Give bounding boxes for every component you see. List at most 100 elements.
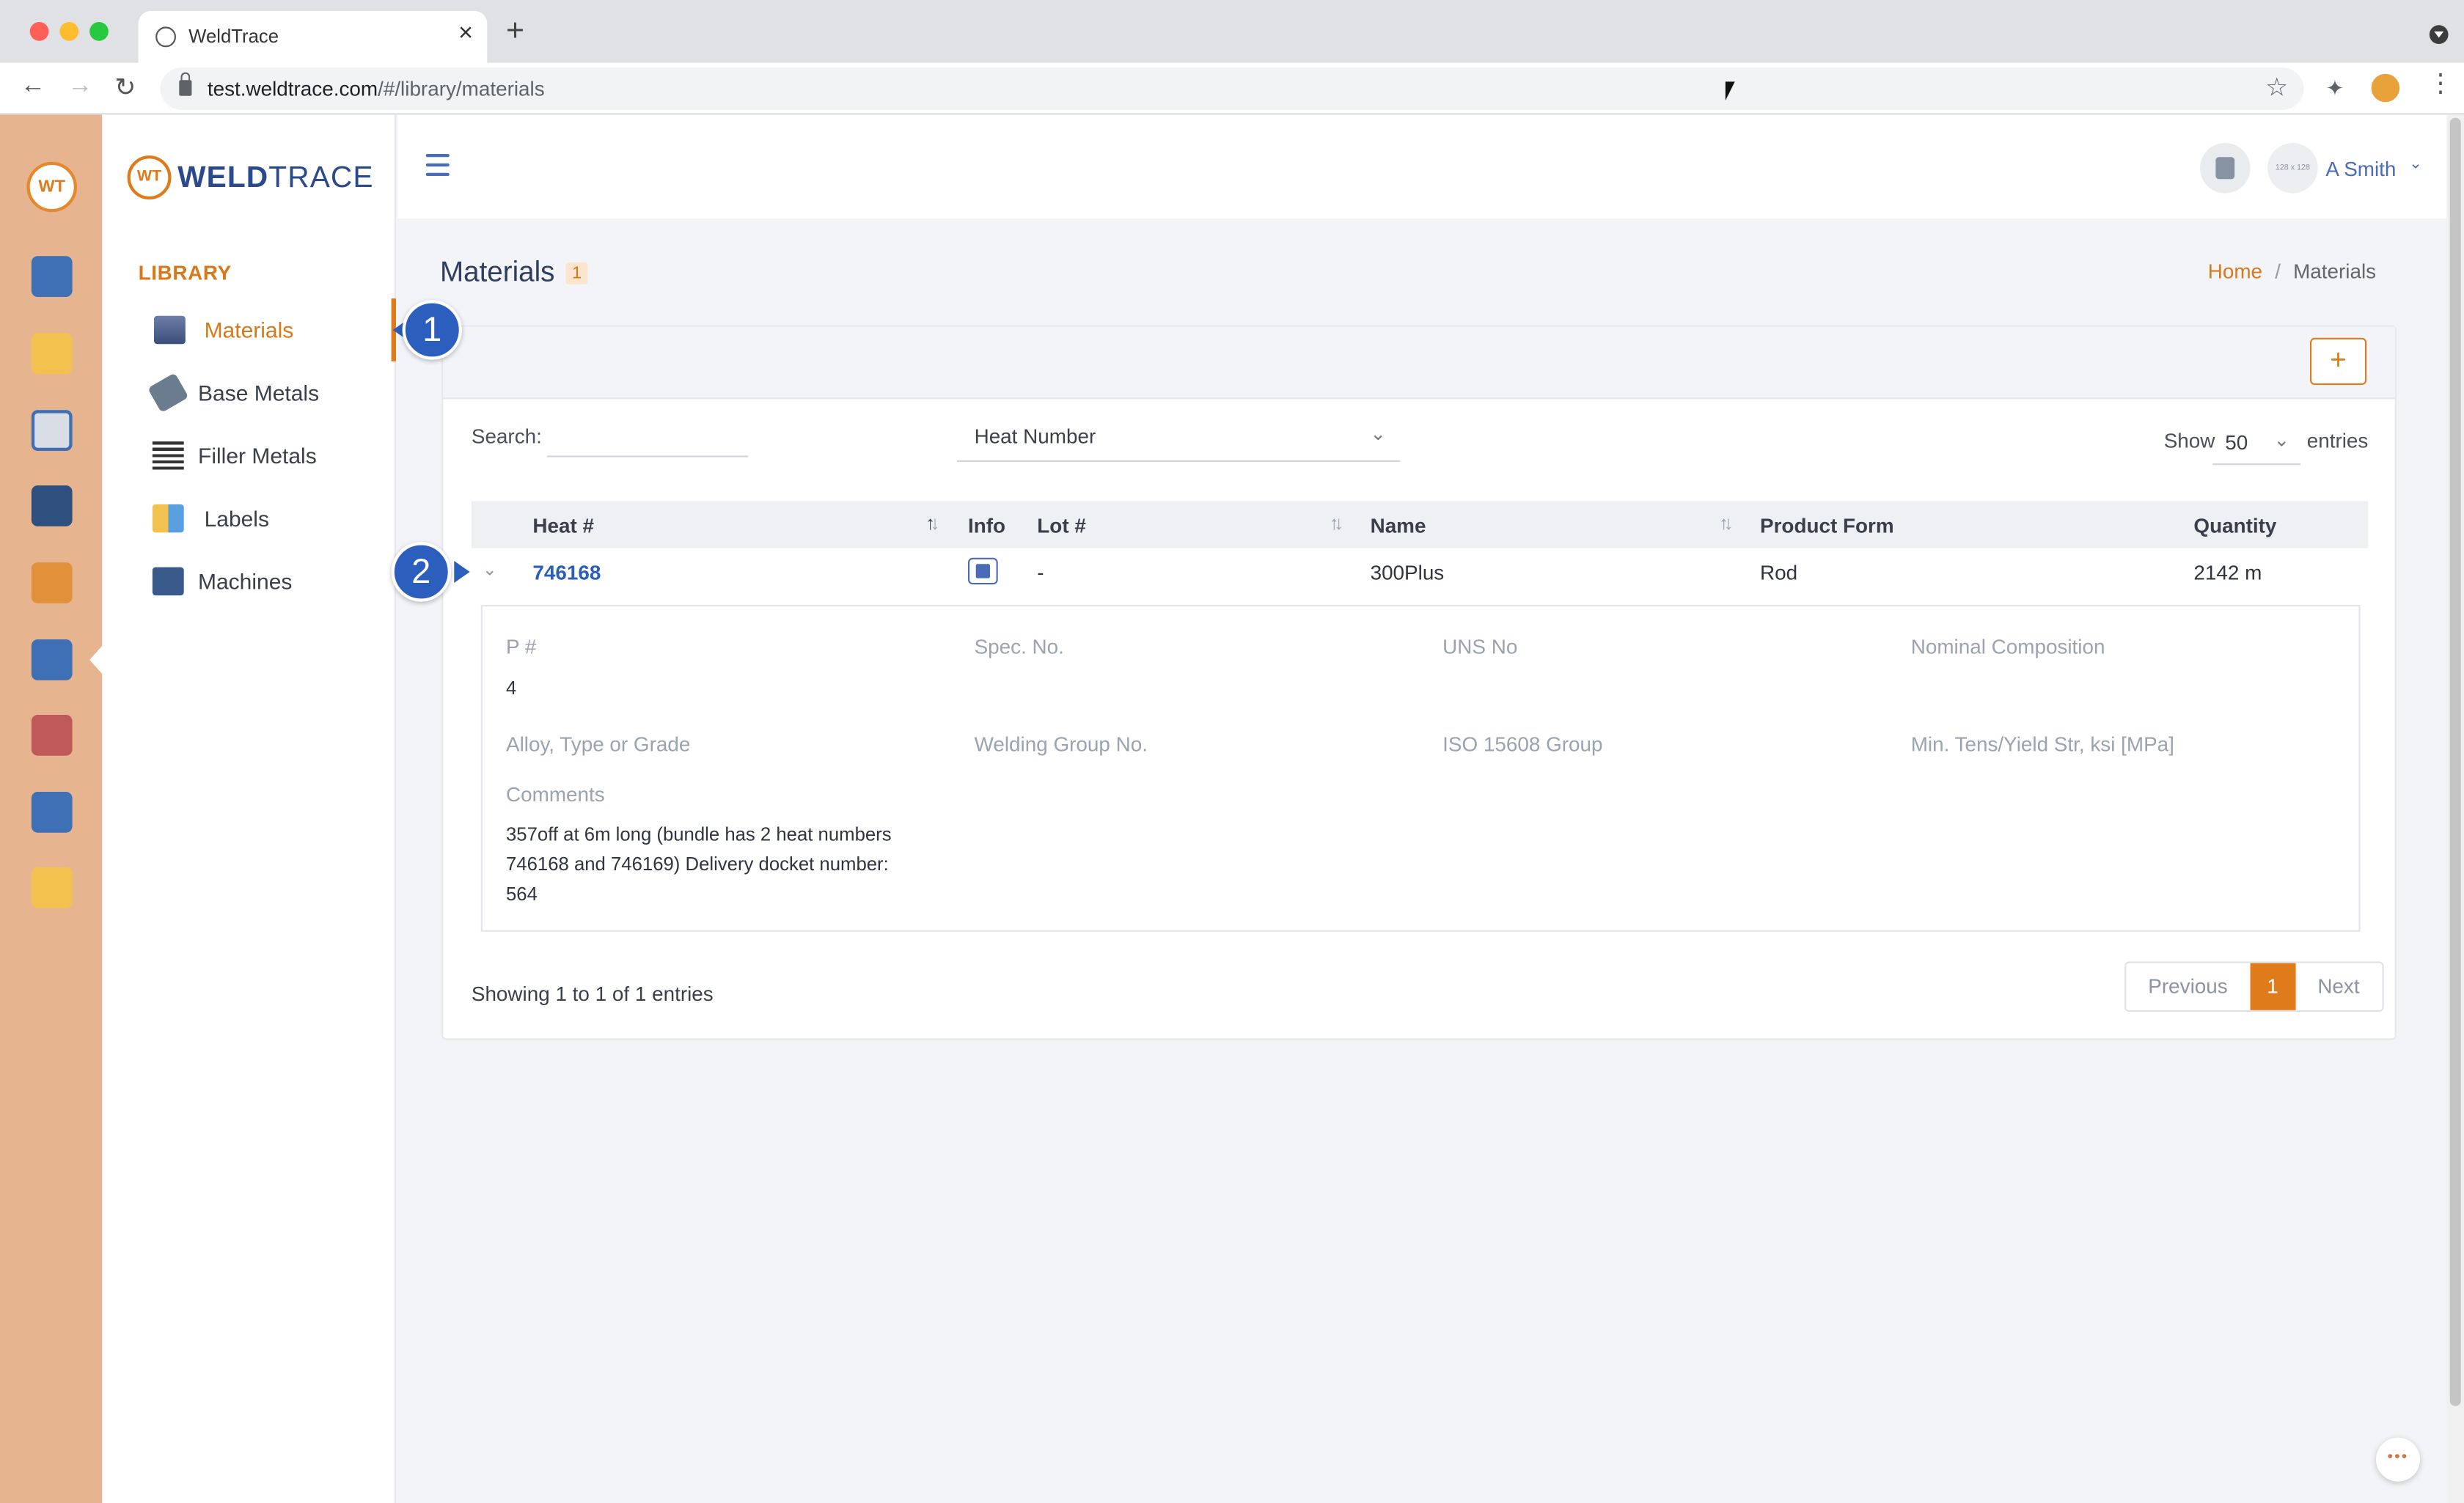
search-input[interactable]	[546, 419, 748, 457]
maximize-window-button[interactable]	[89, 22, 109, 41]
folder-gear-icon[interactable]	[31, 333, 73, 374]
profile-icon[interactable]	[2371, 73, 2400, 103]
close-window-button[interactable]	[29, 22, 49, 41]
team-icon[interactable]	[31, 714, 73, 756]
sidebar-item-label: Materials	[204, 317, 294, 343]
minimize-window-button[interactable]	[59, 22, 79, 41]
sort-icon[interactable]: ↑↓	[1330, 512, 1343, 534]
quantity-cell: 2142 m	[2193, 561, 2262, 585]
avatar[interactable]: 128 x 128	[2267, 143, 2318, 194]
base-metals-icon	[147, 372, 189, 414]
sidebar-item-base-metals[interactable]: Base Metals	[102, 361, 396, 425]
scrollbar-thumb[interactable]	[2449, 117, 2461, 1406]
page-button[interactable]: 1	[2249, 963, 2296, 1010]
add-material-button[interactable]: +	[2310, 337, 2367, 385]
spec-no-label: Spec. No.	[974, 634, 1064, 658]
badge-icon[interactable]	[31, 867, 73, 908]
chat-widget-icon[interactable]: •••	[2376, 1437, 2420, 1482]
uns-no-label: UNS No	[1442, 634, 1518, 658]
weldtrace-logo-icon[interactable]: WT	[26, 161, 77, 213]
labels-icon	[152, 504, 184, 533]
sort-icon[interactable]: ↑↓	[1719, 512, 1733, 534]
sidebar-item-label: Labels	[204, 506, 269, 532]
sidebar-item-materials[interactable]: Materials	[102, 298, 396, 361]
forward-icon[interactable]: →	[67, 73, 92, 101]
brand-prefix: WELD	[177, 161, 269, 195]
back-icon[interactable]: ←	[21, 73, 45, 101]
heat-number-link[interactable]: 746168	[532, 561, 601, 584]
info-icon[interactable]	[968, 557, 998, 585]
iso-group-label: ISO 15608 Group	[1442, 732, 1603, 756]
sort-icon[interactable]: ↑↓	[925, 512, 939, 534]
column-header-lot[interactable]: Lot #	[1037, 514, 1086, 537]
report-icon[interactable]	[31, 792, 73, 833]
callout-marker: 1	[392, 300, 462, 360]
callout-number: 2	[391, 542, 451, 602]
browser-menu-icon[interactable]: ⋮	[2428, 71, 2453, 98]
breadcrumb-home-link[interactable]: Home	[2208, 260, 2262, 283]
chevron-down-icon: ⌄	[2273, 429, 2290, 451]
breadcrumb-separator: /	[2275, 259, 2281, 283]
reload-icon[interactable]: ↻	[114, 73, 136, 104]
brand-mark-icon: WT	[127, 155, 172, 200]
row-detail-panel: P # Spec. No. UNS No Nominal Composition…	[480, 605, 2361, 932]
breadcrumb: Home / Materials	[2208, 260, 2376, 283]
monitor-icon[interactable]	[31, 256, 73, 297]
globe-icon	[155, 26, 176, 48]
search-field-value: Heat Number	[974, 424, 1096, 448]
column-header-quantity[interactable]: Quantity	[2193, 514, 2276, 537]
p-number-value: 4	[506, 677, 517, 699]
org-chart-icon[interactable]	[31, 562, 73, 603]
page-size-value: 50	[2225, 430, 2248, 455]
bookmark-star-icon[interactable]: ☆	[2265, 73, 2288, 104]
welder-icon[interactable]	[31, 485, 73, 526]
alloy-label: Alloy, Type or Grade	[506, 732, 691, 756]
sidebar-section-title: LIBRARY	[138, 260, 232, 284]
tensile-strength-label: Min. Tens/Yield Str, ksi [MPa]	[1910, 732, 2174, 756]
hamburger-menu-icon[interactable]	[425, 154, 450, 176]
lot-number-cell: -	[1037, 561, 1044, 585]
table-row[interactable]: ⌄ 746168 - 300Plus Rod 2142 m	[471, 548, 2369, 596]
url-path: /#/library/materials	[378, 77, 545, 101]
sidebar-item-machines[interactable]: Machines	[102, 550, 396, 613]
notes-button[interactable]	[2200, 143, 2251, 194]
page-size-select[interactable]: 50 ⌄	[2212, 421, 2301, 466]
card-header: +	[443, 326, 2395, 400]
clipboard-gear-icon[interactable]	[31, 410, 73, 451]
new-tab-button[interactable]: +	[506, 15, 524, 47]
library-icon[interactable]	[31, 639, 73, 680]
welding-group-label: Welding Group No.	[974, 732, 1148, 756]
search-label: Search:	[471, 424, 542, 448]
callout-pointer	[454, 561, 470, 583]
page-title: Materials	[440, 256, 555, 288]
sidebar-item-filler-metals[interactable]: Filler Metals	[102, 425, 396, 488]
sidebar-item-label: Machines	[198, 568, 293, 594]
comments-label: Comments	[506, 782, 605, 806]
close-tab-icon[interactable]: ×	[458, 21, 473, 49]
name-cell: 300Plus	[1370, 561, 1445, 585]
previous-page-button[interactable]: Previous	[2126, 963, 2250, 1010]
callout-number: 1	[402, 300, 462, 360]
entries-label: entries	[2306, 429, 2369, 453]
chevron-down-icon[interactable]: ⌄	[2409, 155, 2422, 173]
comments-line: 746168 and 746169) Delivery docket numbe…	[506, 853, 889, 875]
chevron-down-icon: ⌄	[1370, 422, 1386, 445]
page-scrollbar[interactable]	[2446, 114, 2464, 1503]
lock-icon	[179, 72, 192, 96]
callout-marker: 2	[391, 542, 470, 602]
address-bar[interactable]: test.weldtrace.com/#/library/materials ☆	[160, 67, 2304, 110]
column-header-heat[interactable]: Heat #	[532, 514, 594, 537]
table-header: Heat # ↑↓ Info Lot # ↑↓ Name ↑↓ Product …	[471, 501, 2369, 548]
tab-search-icon[interactable]	[2429, 25, 2449, 44]
sidebar-item-labels[interactable]: Labels	[102, 487, 396, 550]
browser-tab[interactable]: WeldTrace ×	[138, 11, 488, 63]
filler-metals-icon	[152, 441, 184, 470]
chevron-down-icon[interactable]: ⌄	[483, 559, 497, 580]
next-page-button[interactable]: Next	[2295, 963, 2382, 1010]
user-name[interactable]: A Smith	[2325, 157, 2396, 180]
pagination: Previous 1 Next	[2124, 961, 2383, 1012]
extensions-icon[interactable]: ✦	[2325, 76, 2344, 102]
search-field-select[interactable]: Heat Number ⌄	[957, 418, 1401, 462]
column-header-name[interactable]: Name	[1371, 514, 1426, 537]
column-header-product-form[interactable]: Product Form	[1760, 514, 1894, 537]
